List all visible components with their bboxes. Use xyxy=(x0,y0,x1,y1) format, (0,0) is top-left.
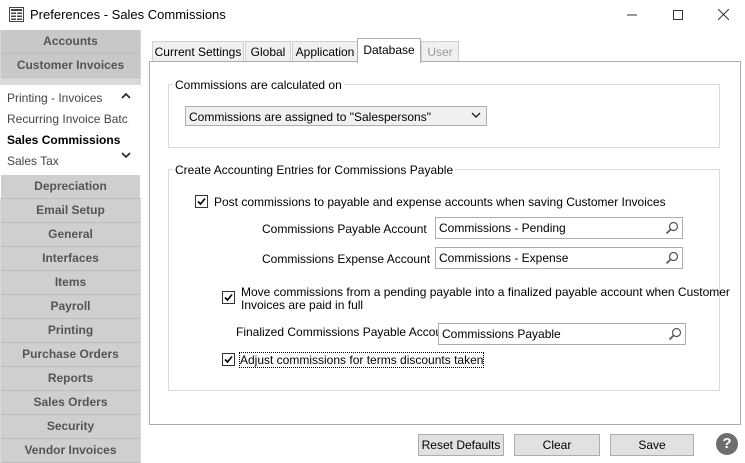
sidebar-subitem-printing-invoices[interactable]: Printing - Invoices xyxy=(7,91,129,105)
sidebar-item-security[interactable]: Security xyxy=(1,415,140,439)
sidebar-item-interfaces[interactable]: Interfaces xyxy=(1,247,140,271)
app-icon xyxy=(9,7,24,22)
sidebar-item-sales-orders[interactable]: Sales Orders xyxy=(1,391,140,415)
sidebar-subitem-sales-tax[interactable]: Sales Tax xyxy=(7,154,129,166)
commission-basis-select[interactable]: Commissions are assigned to "Salesperson… xyxy=(185,106,487,126)
move-commissions-label-line1: Move commissions from a pending payable … xyxy=(241,285,730,299)
sidebar-item-depreciation[interactable]: Depreciation xyxy=(1,175,140,199)
scroll-up-icon[interactable] xyxy=(121,91,131,101)
move-commissions-checkbox[interactable] xyxy=(222,291,235,304)
calc-group-title: Commissions are calculated on xyxy=(173,78,344,92)
minimize-icon xyxy=(627,14,637,16)
save-button[interactable]: Save xyxy=(610,434,694,456)
sidebar-item-customer-invoices[interactable]: Customer Invoices xyxy=(1,54,140,78)
adjust-discounts-checkbox[interactable] xyxy=(222,353,235,366)
sidebar-item-email-setup[interactable]: Email Setup xyxy=(1,199,140,223)
sidebar-item-payroll[interactable]: Payroll xyxy=(1,295,140,319)
payable-account-value: Commissions - Pending xyxy=(439,221,566,235)
sidebar-item-general[interactable]: General xyxy=(1,223,140,247)
help-icon: ? xyxy=(722,435,732,452)
checkmark-icon xyxy=(224,355,233,364)
sidebar: Accounts Customer Invoices Printing - In… xyxy=(0,30,141,463)
window-title: Preferences - Sales Commissions xyxy=(30,7,226,22)
sidebar-item-printing[interactable]: Printing xyxy=(1,319,140,343)
expense-account-field[interactable]: Commissions - Expense xyxy=(435,247,683,269)
minimize-button[interactable] xyxy=(609,0,655,30)
checkmark-icon xyxy=(197,197,206,206)
commission-basis-value: Commissions are assigned to "Salesperson… xyxy=(189,110,431,124)
sidebar-item-reports[interactable]: Reports xyxy=(1,367,140,391)
sidebar-item-vendor-invoices[interactable]: Vendor Invoices xyxy=(1,439,140,463)
finalized-account-field[interactable]: Commissions Payable xyxy=(438,323,686,345)
tab-current-settings[interactable]: Current Settings xyxy=(152,41,244,62)
post-commissions-label: Post commissions to payable and expense … xyxy=(214,195,666,209)
scroll-down-icon[interactable] xyxy=(121,150,131,160)
post-commissions-checkbox[interactable] xyxy=(195,195,208,208)
search-icon[interactable] xyxy=(665,251,679,265)
move-commissions-label-line2: Invoices are paid in full xyxy=(241,298,364,312)
chevron-down-icon xyxy=(471,112,481,118)
checkmark-icon xyxy=(224,293,233,302)
sidebar-item-accounts[interactable]: Accounts xyxy=(1,30,140,54)
tab-application[interactable]: Application xyxy=(292,41,358,62)
expense-account-value: Commissions - Expense xyxy=(439,251,569,265)
close-icon xyxy=(717,8,729,21)
reset-defaults-button[interactable]: Reset Defaults xyxy=(418,434,504,456)
finalized-account-label: Finalized Commissions Payable Account xyxy=(236,325,453,339)
tab-database[interactable]: Database xyxy=(357,38,421,63)
search-icon[interactable] xyxy=(668,327,682,341)
title-bar: Preferences - Sales Commissions xyxy=(0,0,745,30)
help-button[interactable]: ? xyxy=(716,433,738,455)
finalized-account-value: Commissions Payable xyxy=(442,327,561,341)
search-icon[interactable] xyxy=(665,221,679,235)
close-button[interactable] xyxy=(700,0,745,30)
sidebar-subitem-sales-commissions[interactable]: Sales Commissions xyxy=(7,133,129,147)
entries-group-title: Create Accounting Entries for Commission… xyxy=(173,163,456,177)
payable-account-label: Commissions Payable Account xyxy=(262,222,427,236)
sidebar-item-items[interactable]: Items xyxy=(1,271,140,295)
adjust-discounts-label: Adjust commissions for terms discounts t… xyxy=(238,352,485,368)
maximize-button[interactable] xyxy=(655,0,701,30)
maximize-icon xyxy=(673,10,683,20)
expense-account-label: Commissions Expense Account xyxy=(262,252,431,266)
tab-global[interactable]: Global xyxy=(245,41,291,62)
clear-button[interactable]: Clear xyxy=(514,434,600,456)
sidebar-item-purchase-orders[interactable]: Purchase Orders xyxy=(1,343,140,367)
payable-account-field[interactable]: Commissions - Pending xyxy=(435,217,683,239)
sidebar-subitem-recurring-invoice[interactable]: Recurring Invoice Batc... xyxy=(7,112,129,126)
tab-user[interactable]: User xyxy=(421,41,459,62)
